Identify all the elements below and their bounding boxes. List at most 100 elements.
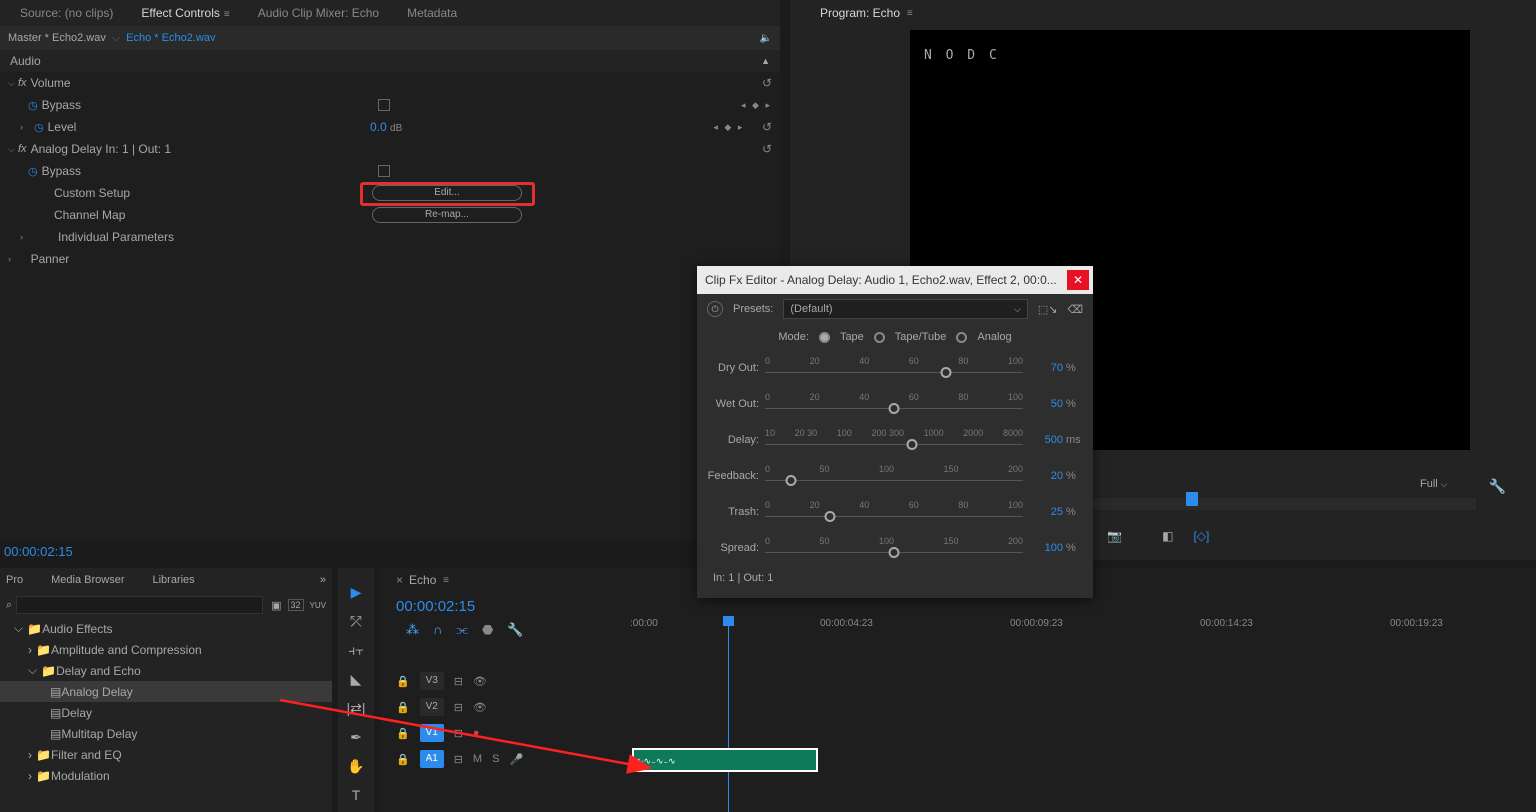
tab-source[interactable]: Source: (no clips) (6, 0, 127, 26)
folder-audio-effects[interactable]: ⌵📁 Audio Effects (0, 618, 332, 639)
solo-button[interactable]: S (492, 753, 499, 765)
track-tag[interactable]: V1 (420, 724, 444, 742)
comparison-icon[interactable]: ◧ (1162, 529, 1173, 543)
remap-button[interactable]: Re-map... (372, 207, 522, 223)
active-clip-label[interactable]: Echo * Echo2.wav (126, 32, 215, 44)
more-tabs-icon[interactable]: » (320, 574, 326, 586)
slider-knob[interactable] (889, 403, 900, 414)
edit-button[interactable]: Edit... (372, 185, 522, 201)
folder-amplitude[interactable]: ›📁 Amplitude and Compression (0, 639, 332, 660)
chevron-down-icon[interactable]: ⌵ (112, 32, 120, 45)
folder-delay-echo[interactable]: ⌵📁 Delay and Echo (0, 660, 332, 681)
collapse-icon[interactable]: ▲ (761, 56, 770, 66)
selection-tool-icon[interactable]: ▶ (351, 584, 362, 601)
eye-icon[interactable]: 👁 (473, 701, 487, 714)
search-input[interactable] (16, 596, 263, 614)
analog-bypass-row[interactable]: ◷ Bypass (0, 160, 780, 182)
yuv-icon[interactable]: YUV (310, 601, 326, 610)
stopwatch-icon[interactable]: ◷ (28, 165, 38, 178)
fx-badge[interactable]: fx (18, 143, 27, 155)
twirl-icon[interactable]: › (8, 254, 18, 264)
lock-icon[interactable]: 🔒 (396, 675, 410, 688)
sync-lock-icon[interactable]: ⊟ (454, 675, 463, 688)
radio-analog[interactable] (956, 332, 967, 343)
window-titlebar[interactable]: Clip Fx Editor - Analog Delay: Audio 1, … (697, 266, 1093, 294)
slider-track[interactable]: 050100150200 (765, 464, 1023, 488)
track-v2[interactable]: 🔒 V2 ⊟ 👁 (396, 694, 1536, 720)
slider-knob[interactable] (824, 511, 835, 522)
accel-icon[interactable]: 32 (288, 599, 304, 611)
pen-tool-icon[interactable]: ✒ (350, 729, 362, 746)
mute-button[interactable]: M (473, 753, 482, 765)
export-frame-icon[interactable]: 📷 (1107, 529, 1122, 543)
slider-track[interactable]: 020406080100 (765, 356, 1023, 380)
reset-icon[interactable]: ↺ (762, 120, 772, 134)
panner-row[interactable]: › fx Panner (0, 248, 780, 270)
safe-margins-icon[interactable]: [◇] (1193, 529, 1209, 543)
bypass-checkbox[interactable] (378, 99, 390, 111)
track-v3[interactable]: 🔒V3⊟👁 (396, 668, 1536, 694)
preset-delete-icon[interactable]: ⌫ (1067, 303, 1083, 316)
slider-track[interactable]: 050100150200 (765, 536, 1023, 560)
twirl-icon[interactable]: › (20, 232, 30, 242)
sync-lock-icon[interactable]: ⊟ (454, 727, 463, 740)
playhead-marker[interactable] (1186, 492, 1198, 506)
slider-value[interactable]: 70 (1023, 362, 1063, 374)
panel-menu-icon[interactable]: ≡ (904, 8, 913, 19)
track-a1[interactable]: 🔒A1⊟MS🎤 (396, 746, 1536, 772)
tab-metadata[interactable]: Metadata (393, 0, 471, 26)
slider-knob[interactable] (785, 475, 796, 486)
eye-icon[interactable]: 👁 (473, 675, 487, 688)
tab-project[interactable]: Pro (6, 574, 23, 586)
fx-badge-icon[interactable]: ▣ (271, 599, 281, 612)
linked-icon[interactable]: ⫘ (456, 622, 468, 638)
track-tag[interactable]: V2 (420, 698, 444, 716)
settings-icon[interactable]: 🔧 (1489, 478, 1506, 495)
master-clip-label[interactable]: Master * Echo2.wav (8, 32, 106, 44)
razor-tool-icon[interactable]: ◣ (351, 671, 362, 688)
twirl-icon[interactable]: ⌵ (8, 144, 18, 155)
slider-track[interactable]: 020406080100 (765, 392, 1023, 416)
ripple-tool-icon[interactable]: ⫞⫟ (348, 642, 363, 659)
slider-value[interactable]: 100 (1023, 542, 1063, 554)
slider-value[interactable]: 50 (1023, 398, 1063, 410)
reset-icon[interactable]: ↺ (762, 76, 772, 90)
slider-value[interactable]: 20 (1023, 470, 1063, 482)
level-value[interactable]: 0.0 (370, 120, 387, 134)
slider-knob[interactable] (940, 367, 951, 378)
hand-tool-icon[interactable]: ✋ (347, 758, 364, 775)
timeline-timecode[interactable]: 00:00:02:15 (396, 598, 475, 615)
stopwatch-icon[interactable]: ◷ (34, 121, 44, 134)
lock-icon[interactable]: 🔒 (396, 753, 410, 766)
folder-modulation[interactable]: ›📁 Modulation (0, 765, 332, 786)
effect-delay[interactable]: ▤ Delay (0, 702, 332, 723)
lock-icon[interactable]: 🔒 (396, 701, 410, 714)
track-v1[interactable]: 🔒V1⊟● (396, 720, 1536, 746)
slider-track[interactable]: 020406080100 (765, 500, 1023, 524)
volume-effect-row[interactable]: ⌵ fx Volume ↺ (0, 72, 780, 94)
slider-value[interactable]: 25 (1023, 506, 1063, 518)
type-tool-icon[interactable]: T (352, 787, 361, 803)
radio-tape[interactable] (819, 332, 830, 343)
resolution-dropdown[interactable]: Full ⌵ (1420, 478, 1480, 490)
keyframe-nav[interactable]: ◂ ◆ ▸ (713, 122, 744, 133)
fx-badge[interactable]: fx (18, 77, 27, 89)
twirl-icon[interactable]: › (20, 122, 30, 132)
sync-lock-icon[interactable]: ⊟ (454, 753, 463, 766)
source-timecode[interactable]: 00:00:02:15 (4, 544, 73, 559)
bypass-checkbox[interactable] (378, 165, 390, 177)
slider-value[interactable]: 500 (1023, 434, 1063, 446)
tab-media-browser[interactable]: Media Browser (51, 574, 124, 586)
reset-icon[interactable]: ↺ (762, 142, 772, 156)
sync-lock-icon[interactable]: ⊟ (454, 701, 463, 714)
audio-clip[interactable]: ∿∿₋∿₋∿ (632, 748, 818, 772)
time-ruler[interactable]: :00:00 00:00:04:23 00:00:09:23 00:00:14:… (630, 618, 1536, 634)
lock-icon[interactable]: 🔒 (396, 727, 410, 740)
tab-audio-mixer[interactable]: Audio Clip Mixer: Echo (244, 0, 393, 26)
track-tag[interactable]: A1 (420, 750, 444, 768)
preset-dropdown[interactable]: (Default)⌵ (783, 299, 1027, 319)
power-icon[interactable]: ⏻ (707, 301, 723, 317)
close-button[interactable]: ✕ (1067, 270, 1089, 290)
close-icon[interactable]: × (396, 573, 403, 587)
effect-analog-delay[interactable]: ▤ Analog Delay (0, 681, 332, 702)
